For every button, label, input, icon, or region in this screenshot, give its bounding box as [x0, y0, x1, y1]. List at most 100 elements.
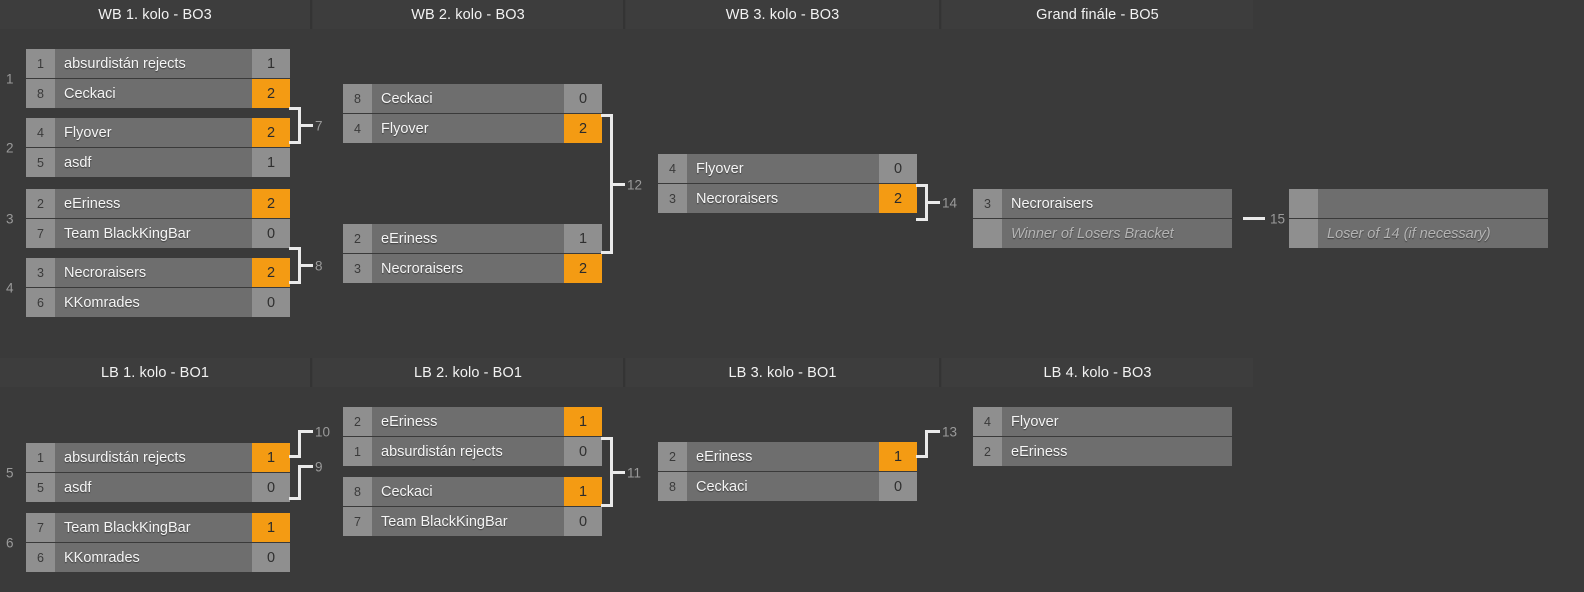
team-score: 1: [252, 513, 290, 542]
team-name: Necroraisers: [55, 258, 252, 287]
match-row[interactable]: 3 Necroraisers 2: [658, 184, 917, 213]
match-row[interactable]: 5 asdf 0: [26, 473, 290, 502]
team-seed: 2: [343, 407, 372, 436]
match-lb-11[interactable]: 2 eEriness 1 8 Ceckaci 0: [658, 442, 917, 501]
team-seed: 1: [343, 437, 372, 466]
round-header-grand-final[interactable]: Grand finále - BO5: [942, 0, 1253, 29]
team-score: 1: [879, 442, 917, 471]
match-lb-5[interactable]: 1 absurdistán rejects 1 5 asdf 0: [26, 443, 290, 502]
match-row[interactable]: 3 Necroraisers: [973, 189, 1232, 218]
match-lb-6[interactable]: 7 Team BlackKingBar 1 6 KKomrades 0: [26, 513, 290, 572]
match-row[interactable]: 3 Necroraisers 2: [26, 258, 290, 287]
match-row[interactable]: 4 Flyover 2: [343, 114, 602, 143]
match-row[interactable]: 8 Ceckaci 0: [658, 472, 917, 501]
round-header-lb2[interactable]: LB 2. kolo - BO1: [313, 358, 625, 387]
team-name: eEriness: [55, 189, 252, 218]
team-seed: 7: [26, 513, 55, 542]
match-wb-8[interactable]: 2 eEriness 1 3 Necroraisers 2: [343, 224, 602, 283]
match-row[interactable]: 7 Team BlackKingBar 0: [343, 507, 602, 536]
team-seed: 5: [26, 148, 55, 177]
match-grand-final-14[interactable]: 3 Necroraisers Winner of Losers Bracket: [973, 189, 1232, 248]
match-row[interactable]: 6 KKomrades 0: [26, 543, 290, 572]
team-score: 2: [879, 184, 917, 213]
match-index-1: 1: [6, 71, 14, 87]
team-seed: [1289, 189, 1318, 218]
match-row[interactable]: 6 KKomrades 0: [26, 288, 290, 317]
match-row[interactable]: 8 Ceckaci 2: [26, 79, 290, 108]
match-row[interactable]: 1 absurdistán rejects 1: [26, 443, 290, 472]
connector-label: 14: [942, 195, 958, 210]
match-index-4: 4: [6, 280, 14, 296]
match-row[interactable]: 3 Necroraisers 2: [343, 254, 602, 283]
match-row[interactable]: 4 Flyover: [973, 407, 1232, 436]
team-seed: 1: [26, 443, 55, 472]
team-name: absurdistán rejects: [55, 49, 252, 78]
match-wb-12[interactable]: 4 Flyover 0 3 Necroraisers 2: [658, 154, 917, 213]
team-score: 1: [252, 148, 290, 177]
match-grand-final-15[interactable]: Loser of 14 (if necessary): [1289, 189, 1548, 248]
round-header-lb4[interactable]: LB 4. kolo - BO3: [942, 358, 1253, 387]
team-name: Team BlackKingBar: [55, 219, 252, 248]
match-row[interactable]: 8 Ceckaci 0: [343, 84, 602, 113]
match-row[interactable]: 4 Flyover 2: [26, 118, 290, 147]
team-seed: [973, 219, 1002, 248]
team-seed: 3: [658, 184, 687, 213]
team-name: eEriness: [1002, 437, 1232, 466]
winners-bracket-header-strip: WB 1. kolo - BO3 WB 2. kolo - BO3 WB 3. …: [0, 0, 1584, 29]
match-row[interactable]: 7 Team BlackKingBar 1: [26, 513, 290, 542]
team-score: 1: [252, 49, 290, 78]
team-name: asdf: [55, 148, 252, 177]
match-row[interactable]: Winner of Losers Bracket: [973, 219, 1232, 248]
round-header-label: WB 3. kolo - BO3: [725, 6, 840, 23]
team-score: 1: [252, 443, 290, 472]
match-row[interactable]: [1289, 189, 1548, 218]
team-seed: 2: [26, 189, 55, 218]
team-seed: 7: [343, 507, 372, 536]
match-row[interactable]: 2 eEriness: [973, 437, 1232, 466]
match-row[interactable]: 1 absurdistán rejects 1: [26, 49, 290, 78]
match-row[interactable]: 2 eEriness 2: [26, 189, 290, 218]
team-seed: 4: [973, 407, 1002, 436]
match-wb-4[interactable]: 3 Necroraisers 2 6 KKomrades 0: [26, 258, 290, 317]
match-wb-2[interactable]: 4 Flyover 2 5 asdf 1: [26, 118, 290, 177]
match-lb-10[interactable]: 2 eEriness 1 1 absurdistán rejects 0: [343, 407, 602, 466]
match-wb-7[interactable]: 8 Ceckaci 0 4 Flyover 2: [343, 84, 602, 143]
match-row[interactable]: 2 eEriness 1: [658, 442, 917, 471]
bracket-root: WB 1. kolo - BO3 WB 2. kolo - BO3 WB 3. …: [0, 0, 1584, 592]
team-score: 0: [564, 84, 602, 113]
winners-bracket-section: WB 1. kolo - BO3 WB 2. kolo - BO3 WB 3. …: [0, 0, 1584, 353]
team-seed: 8: [343, 84, 372, 113]
match-row[interactable]: 2 eEriness 1: [343, 224, 602, 253]
team-name: KKomrades: [55, 288, 252, 317]
round-header-wb2[interactable]: WB 2. kolo - BO3: [313, 0, 625, 29]
team-seed: 8: [658, 472, 687, 501]
team-score: 0: [879, 154, 917, 183]
match-row[interactable]: Loser of 14 (if necessary): [1289, 219, 1548, 248]
match-row[interactable]: 4 Flyover 0: [658, 154, 917, 183]
match-lb-9[interactable]: 8 Ceckaci 1 7 Team BlackKingBar 0: [343, 477, 602, 536]
round-header-lb1[interactable]: LB 1. kolo - BO1: [0, 358, 312, 387]
team-score: 2: [252, 258, 290, 287]
round-header-lb3[interactable]: LB 3. kolo - BO1: [626, 358, 941, 387]
match-row[interactable]: 2 eEriness 1: [343, 407, 602, 436]
match-lb-13[interactable]: 4 Flyover 2 eEriness: [973, 407, 1232, 466]
team-score: 1: [564, 407, 602, 436]
team-score: 2: [252, 79, 290, 108]
round-header-label: WB 1. kolo - BO3: [98, 6, 212, 23]
match-wb-1[interactable]: 1 absurdistán rejects 1 8 Ceckaci 2: [26, 49, 290, 108]
match-row[interactable]: 5 asdf 1: [26, 148, 290, 177]
match-wb-3[interactable]: 2 eEriness 2 7 Team BlackKingBar 0: [26, 189, 290, 248]
round-header-label: LB 1. kolo - BO1: [101, 364, 209, 381]
match-row[interactable]: 1 absurdistán rejects 0: [343, 437, 602, 466]
match-row[interactable]: 8 Ceckaci 1: [343, 477, 602, 506]
team-name: Flyover: [372, 114, 564, 143]
match-row[interactable]: 7 Team BlackKingBar 0: [26, 219, 290, 248]
match-index-6: 6: [6, 535, 14, 551]
team-name: Necroraisers: [1002, 189, 1232, 218]
round-header-wb3[interactable]: WB 3. kolo - BO3: [626, 0, 941, 29]
team-seed: 1: [26, 49, 55, 78]
round-header-wb1[interactable]: WB 1. kolo - BO3: [0, 0, 312, 29]
round-header-label: Grand finále - BO5: [1036, 6, 1159, 23]
losers-bracket-header-strip: LB 1. kolo - BO1 LB 2. kolo - BO1 LB 3. …: [0, 358, 1584, 387]
team-seed: 3: [973, 189, 1002, 218]
